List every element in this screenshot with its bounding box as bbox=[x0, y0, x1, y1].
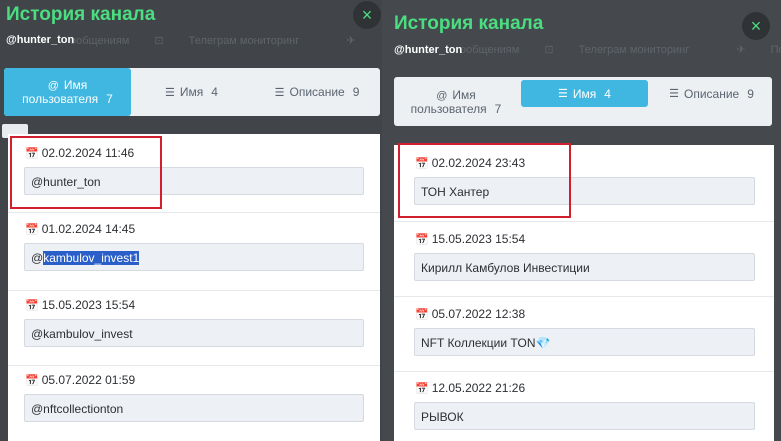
calendar-icon: 📅 bbox=[415, 309, 429, 321]
background-nav: ообщениям ⊡ Телеграм мониторинг ✈ Поис bbox=[460, 43, 781, 56]
tab-name[interactable]: ☰ Имя 4 bbox=[521, 80, 648, 107]
entry-value-field[interactable]: @kambulov_invest bbox=[24, 319, 364, 347]
entry-date: 📅 05.07.2022 01:59 bbox=[25, 373, 136, 387]
tab-description[interactable]: ☰ Описание 9 bbox=[254, 68, 380, 116]
entry-value-field[interactable]: @kambulov_invest1 bbox=[24, 243, 364, 271]
tab-username[interactable]: @ Имя пользователя 7 bbox=[4, 68, 131, 116]
send-icon: ✈ bbox=[736, 44, 749, 56]
close-icon[interactable]: × bbox=[353, 1, 381, 29]
entry-value-field[interactable]: @nftcollectionton bbox=[24, 394, 364, 422]
lines-icon: ☰ bbox=[558, 88, 568, 100]
tab-description[interactable]: ☰ Описание 9 bbox=[651, 80, 772, 107]
entry-date: 📅 12.05.2022 21:26 bbox=[415, 381, 526, 395]
monitor-icon: ⊡ bbox=[154, 35, 167, 47]
list-item: 📅 05.07.2022 12:38 NFT Коллекции TON💎 bbox=[394, 297, 774, 372]
entry-value-field[interactable]: @hunter_ton bbox=[24, 167, 364, 195]
close-icon[interactable]: × bbox=[742, 12, 770, 40]
bg-nav-messages: ообщениям bbox=[460, 44, 520, 56]
tab-bar: @ Имя пользователя 7 ☰ Имя 4 ☰ Описание 9 bbox=[4, 68, 380, 116]
channel-handle: @hunter_ton bbox=[6, 34, 75, 46]
bg-nav-monitoring: ⊡ Телеграм мониторинг bbox=[154, 35, 300, 47]
selected-text: kambulov_invest1 bbox=[43, 251, 140, 265]
history-list: 📅 02.02.2024 23:43 ТОН Хантер 📅 15.05.2023… bbox=[394, 145, 774, 441]
entry-date: 📅 15.05.2023 15:54 bbox=[25, 298, 136, 312]
calendar-icon: 📅 bbox=[25, 375, 39, 387]
list-item: 📅 05.07.2022 01:59 @nftcollectionton bbox=[8, 366, 380, 441]
tab-name[interactable]: ☰ Имя 4 bbox=[134, 68, 249, 116]
list-item: 📅 12.05.2022 21:26 РЫВОК bbox=[394, 372, 774, 441]
entry-value-field[interactable]: Кирилл Камбулов Инвестиции bbox=[414, 253, 755, 281]
at-icon: @ bbox=[436, 89, 448, 102]
calendar-icon: 📅 bbox=[25, 300, 39, 312]
channel-handle: @hunter_ton bbox=[394, 44, 463, 56]
monitor-icon: ⊡ bbox=[544, 44, 557, 56]
entry-value-field[interactable]: NFT Коллекции TON💎 bbox=[414, 328, 755, 356]
calendar-icon: 📅 bbox=[415, 158, 429, 170]
entry-value-field[interactable]: РЫВОК bbox=[414, 402, 755, 430]
bg-nav-messages: ообщениям bbox=[70, 35, 130, 47]
calendar-icon: 📅 bbox=[25, 224, 39, 236]
entry-date: 📅 05.07.2022 12:38 bbox=[415, 307, 526, 321]
entry-date: 📅 01.02.2024 14:45 bbox=[25, 222, 136, 236]
list-item: 📅 02.02.2024 23:43 ТОН Хантер bbox=[394, 145, 774, 222]
calendar-icon: 📅 bbox=[415, 383, 429, 395]
text-icon: ☰ bbox=[669, 88, 679, 100]
list-item: 📅 15.05.2023 15:54 @kambulov_invest bbox=[8, 291, 380, 366]
tab-bar: @ Имя пользователя 7 ☰ Имя 4 ☰ Описание 9 bbox=[394, 77, 772, 126]
dialog-title: История канала bbox=[6, 4, 156, 25]
send-icon: ✈ bbox=[346, 35, 356, 47]
history-list: 📅 02.02.2024 11:46 @hunter_ton 📅 01.02.202… bbox=[8, 134, 380, 441]
tab-username[interactable]: @ Имя пользователя 7 bbox=[394, 77, 518, 126]
text-icon: ☰ bbox=[274, 86, 285, 99]
at-icon: @ bbox=[47, 80, 59, 92]
background-nav: ообщениям ⊡ Телеграм мониторинг ✈ bbox=[70, 34, 382, 47]
channel-history-dialog-right: ообщениям ⊡ Телеграм мониторинг ✈ Поис И… bbox=[382, 0, 781, 441]
channel-history-dialog-left: ообщениям ⊡ Телеграм мониторинг ✈ Истори… bbox=[0, 0, 382, 441]
calendar-icon: 📅 bbox=[415, 234, 429, 246]
list-item: 📅 15.05.2023 15:54 Кирилл Камбулов Инвест… bbox=[394, 222, 774, 297]
bg-nav-search: ✈ bbox=[346, 35, 377, 47]
entry-date: 📅 02.02.2024 11:46 bbox=[25, 146, 135, 160]
entry-date: 📅 15.05.2023 15:54 bbox=[415, 232, 526, 246]
dialog-title: История канала bbox=[394, 13, 544, 34]
list-item: 📅 02.02.2024 11:46 @hunter_ton bbox=[8, 134, 380, 213]
entry-value-field[interactable]: ТОН Хантер bbox=[414, 177, 755, 205]
bg-nav-search: ✈ Поис bbox=[736, 44, 781, 56]
list-item: 📅 01.02.2024 14:45 @kambulov_invest1 bbox=[8, 213, 380, 291]
entry-date: 📅 02.02.2024 23:43 bbox=[415, 156, 526, 170]
bg-nav-monitoring: ⊡ Телеграм мониторинг bbox=[544, 44, 690, 56]
calendar-icon: 📅 bbox=[25, 148, 39, 160]
lines-icon: ☰ bbox=[165, 86, 175, 99]
